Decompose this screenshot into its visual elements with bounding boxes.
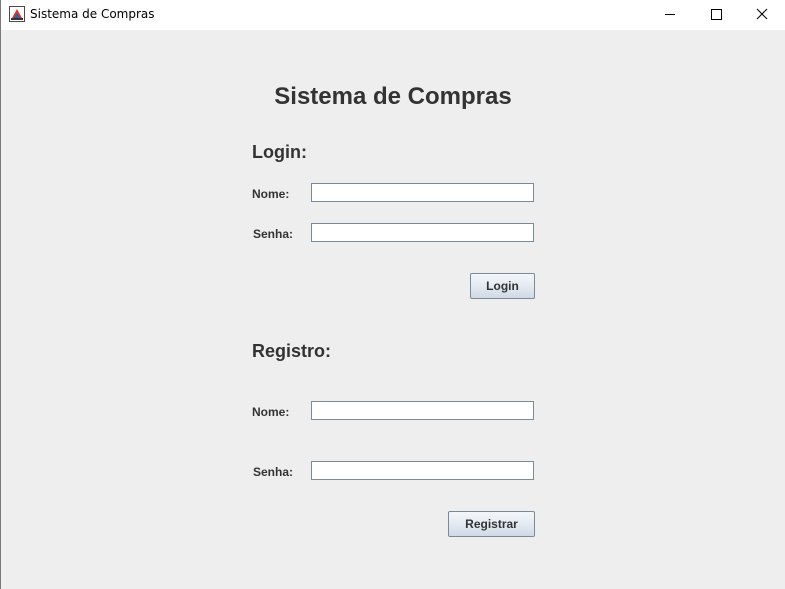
minimize-icon — [665, 14, 675, 15]
close-icon — [756, 8, 768, 20]
maximize-button[interactable] — [693, 0, 739, 30]
maximize-icon — [711, 9, 722, 20]
title-bar[interactable]: Sistema de Compras — [1, 0, 785, 30]
page-title: Sistema de Compras — [274, 83, 512, 110]
register-password-field[interactable] — [311, 461, 534, 480]
window-title: Sistema de Compras — [30, 7, 155, 21]
login-password-label: Senha: — [253, 227, 294, 241]
register-section-title: Registro: — [252, 341, 332, 361]
register-name-field[interactable] — [311, 401, 534, 420]
login-button[interactable]: Login — [470, 273, 535, 299]
register-name-label: Nome: — [252, 405, 290, 419]
app-window: Sistema de Compras Sistema de Compras Lo… — [0, 0, 785, 589]
close-button[interactable] — [739, 0, 785, 30]
minimize-button[interactable] — [647, 0, 693, 30]
login-name-label: Nome: — [252, 187, 290, 201]
register-password-label: Senha: — [253, 465, 294, 479]
register-button[interactable]: Registrar — [448, 511, 535, 537]
java-app-icon[interactable] — [9, 6, 25, 22]
login-section-title: Login: — [252, 142, 307, 162]
login-name-field[interactable] — [311, 183, 534, 202]
login-password-field[interactable] — [311, 223, 534, 242]
